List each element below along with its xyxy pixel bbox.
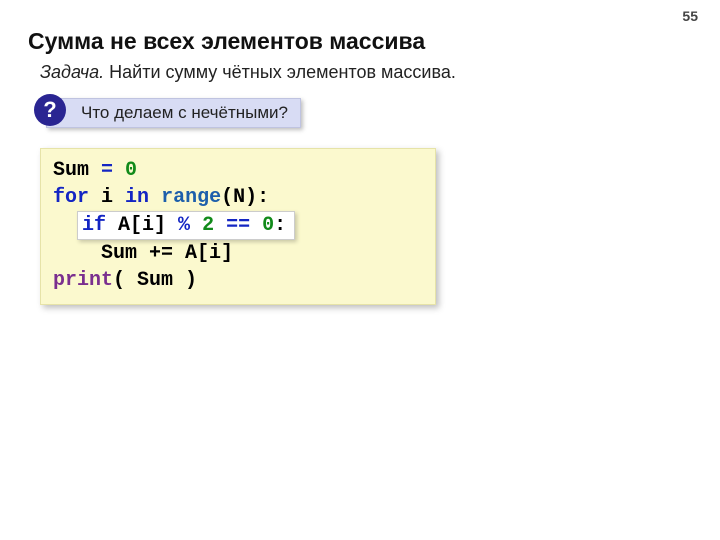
task-label: Задача.: [40, 62, 104, 82]
question-mark-icon: ?: [34, 94, 66, 126]
code-line-4: Sum += A[i]: [53, 240, 423, 267]
task-text: Найти сумму чётных элементов массива.: [104, 62, 456, 82]
code-line-5: print( Sum ): [53, 267, 423, 294]
code-line-3: if A[i] % 2 == 0:: [53, 211, 423, 240]
code-block: Sum = 0 for i in range(N): if A[i] % 2 =…: [40, 148, 436, 305]
code-line-2: for i in range(N):: [53, 184, 423, 211]
hint-callout: Что делаем с нечётными?: [46, 98, 301, 128]
code-line-1: Sum = 0: [53, 157, 423, 184]
task-line: Задача. Найти сумму чётных элементов мас…: [40, 62, 456, 83]
page-number: 55: [682, 8, 698, 24]
slide-title: Сумма не всех элементов массива: [28, 28, 425, 55]
